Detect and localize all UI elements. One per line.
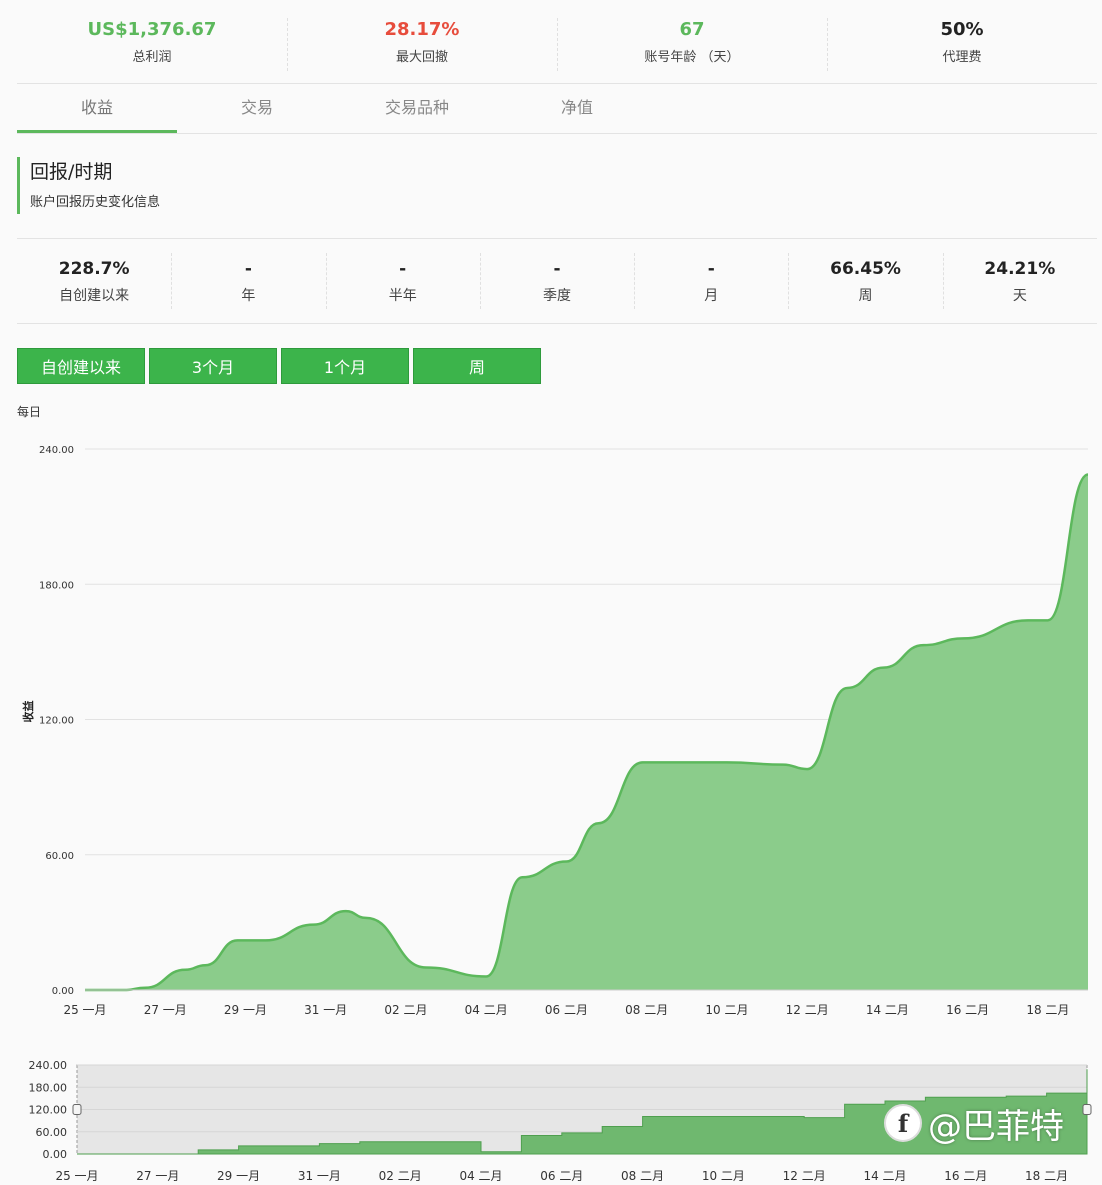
period-year: - 年	[171, 239, 325, 323]
x-tick-label: 18 二月	[1026, 1003, 1069, 1017]
navigator-x-tick-label: 04 二月	[459, 1169, 502, 1183]
range-1-month-button[interactable]: 1个月	[281, 348, 409, 384]
navigator-x-tick-label: 08 二月	[621, 1169, 664, 1183]
x-tick-label: 16 二月	[946, 1003, 989, 1017]
range-week-button[interactable]: 周	[413, 348, 541, 384]
x-tick-label: 31 一月	[304, 1003, 347, 1017]
tab-equity[interactable]: 净值	[497, 84, 657, 133]
navigator-x-tick-labels: 25 一月 27 一月 29 一月 31 一月 02 二月 04 二月 06 二月 08 二月…	[55, 1169, 1068, 1183]
stat-label: 总利润	[132, 50, 172, 65]
navigator-x-tick-label: 18 二月	[1025, 1169, 1068, 1183]
period-returns: 228.7% 自创建以来 - 年 - 半年 - 季度 - 月 66.45% 周 …	[17, 238, 1097, 324]
period-month: - 月	[634, 239, 788, 323]
stat-label: 账号年龄 （天）	[644, 50, 740, 65]
period-week: 66.45% 周	[788, 239, 942, 323]
period-label: 月	[704, 287, 719, 304]
navigator-x-tick-label: 12 二月	[783, 1169, 826, 1183]
range-since-inception-button[interactable]: 自创建以来	[17, 348, 145, 384]
stat-value: US$1,376.67	[87, 19, 217, 40]
y-tick-label: 240.00	[39, 445, 74, 456]
period-value: 228.7%	[58, 258, 130, 279]
navigator-x-tick-label: 10 二月	[702, 1169, 745, 1183]
period-value: -	[399, 258, 407, 279]
stat-value: 50%	[940, 19, 984, 40]
navigator-y-tick-label: 180.00	[29, 1081, 68, 1094]
stat-account-age: 67 账号年龄 （天）	[557, 0, 827, 83]
stat-value: 28.17%	[384, 19, 460, 40]
x-tick-label: 14 二月	[866, 1003, 909, 1017]
section-subtitle: 账户回报历史变化信息	[30, 195, 161, 210]
tab-returns[interactable]: 收益	[17, 84, 177, 133]
stat-label: 代理费	[942, 50, 982, 65]
navigator-x-tick-label: 06 二月	[540, 1169, 583, 1183]
navigator-x-tick-label: 02 二月	[379, 1169, 422, 1183]
stat-label: 最大回撤	[395, 50, 448, 65]
period-value: -	[707, 258, 715, 279]
navigator-y-tick-label: 120.00	[29, 1104, 68, 1117]
x-tick-label: 29 一月	[224, 1003, 267, 1017]
stat-max-drawdown: 28.17% 最大回撤	[287, 0, 557, 83]
section-header: 回报/时期 账户回报历史变化信息	[17, 157, 160, 214]
x-tick-label: 02 二月	[384, 1003, 427, 1017]
navigator-x-tick-label: 31 一月	[298, 1169, 341, 1183]
watermark: f @巴菲特	[884, 1100, 1102, 1147]
x-tick-label: 08 二月	[625, 1003, 668, 1017]
navigator-left-handle[interactable]	[72, 1104, 82, 1115]
period-label: 季度	[542, 287, 571, 304]
tab-trades[interactable]: 交易	[177, 84, 337, 133]
navigator-x-tick-label: 14 二月	[863, 1169, 906, 1183]
navigator-y-tick-label: 240.00	[29, 1059, 68, 1072]
summary-stats: US$1,376.67 总利润 28.17% 最大回撤 67 账号年龄 （天） …	[17, 0, 1097, 84]
x-tick-labels: 25 一月 27 一月 29 一月 31 一月 02 二月 04 二月 06 二月 08 二月…	[63, 1003, 1069, 1017]
y-axis-label: 收益	[21, 701, 35, 723]
app-logo-icon: f	[884, 1104, 922, 1142]
x-tick-label: 10 二月	[705, 1003, 748, 1017]
navigator-x-tick-label: 25 一月	[55, 1169, 98, 1183]
tab-symbols[interactable]: 交易品种	[337, 84, 497, 133]
x-tick-label: 04 二月	[465, 1003, 508, 1017]
y-tick-labels: 0.00 60.00 120.00 180.00 240.00	[39, 445, 74, 997]
period-label: 天	[1012, 287, 1027, 304]
y-tick-label: 120.00	[39, 716, 74, 727]
y-tick-label: 180.00	[39, 580, 74, 591]
y-tick-label: 0.00	[52, 986, 74, 997]
x-tick-label: 06 二月	[545, 1003, 588, 1017]
range-3-months-button[interactable]: 3个月	[149, 348, 277, 384]
navigator-x-tick-label: 27 一月	[136, 1169, 179, 1183]
period-quarter: - 季度	[479, 239, 634, 323]
navigator-y-tick-labels: 0.00 60.00 120.00 180.00 240.00	[29, 1059, 68, 1161]
frequency-label: 每日	[17, 405, 42, 419]
period-value: 24.21%	[984, 258, 1056, 279]
tab-bar: 收益 交易 交易品种 净值	[17, 84, 1097, 134]
range-selector: 自创建以来 3个月 1个月 周	[17, 348, 545, 384]
navigator-y-tick-label: 0.00	[43, 1148, 68, 1161]
x-tick-label: 12 二月	[786, 1003, 829, 1017]
period-label: 年	[241, 287, 256, 304]
stat-value: 67	[679, 19, 705, 40]
x-tick-label: 25 一月	[63, 1003, 106, 1017]
period-half-year: - 半年	[325, 239, 480, 323]
navigator-x-tick-label: 29 一月	[217, 1169, 260, 1183]
returns-area	[85, 474, 1088, 991]
period-label: 半年	[388, 287, 417, 304]
x-tick-label: 27 一月	[144, 1003, 187, 1017]
returns-chart: 0.00 60.00 120.00 180.00 240.00 25 一月 27 一月 29…	[21, 445, 1089, 1017]
period-value: -	[244, 258, 252, 279]
period-label: 自创建以来	[59, 287, 130, 304]
period-since-inception: 228.7% 自创建以来	[17, 239, 171, 323]
navigator-y-tick-label: 60.00	[36, 1126, 68, 1139]
navigator-x-tick-label: 16 二月	[944, 1169, 987, 1183]
stat-total-profit: US$1,376.67 总利润	[17, 0, 287, 83]
period-value: -	[553, 258, 561, 279]
period-value: 66.45%	[830, 258, 901, 279]
stat-agent-fee: 50% 代理费	[827, 0, 1097, 83]
period-label: 周	[858, 287, 873, 304]
section-title: 回报/时期	[30, 161, 113, 183]
y-tick-label: 60.00	[45, 851, 74, 862]
watermark-text: @巴菲特	[928, 1106, 1064, 1147]
period-day: 24.21% 天	[942, 239, 1097, 323]
